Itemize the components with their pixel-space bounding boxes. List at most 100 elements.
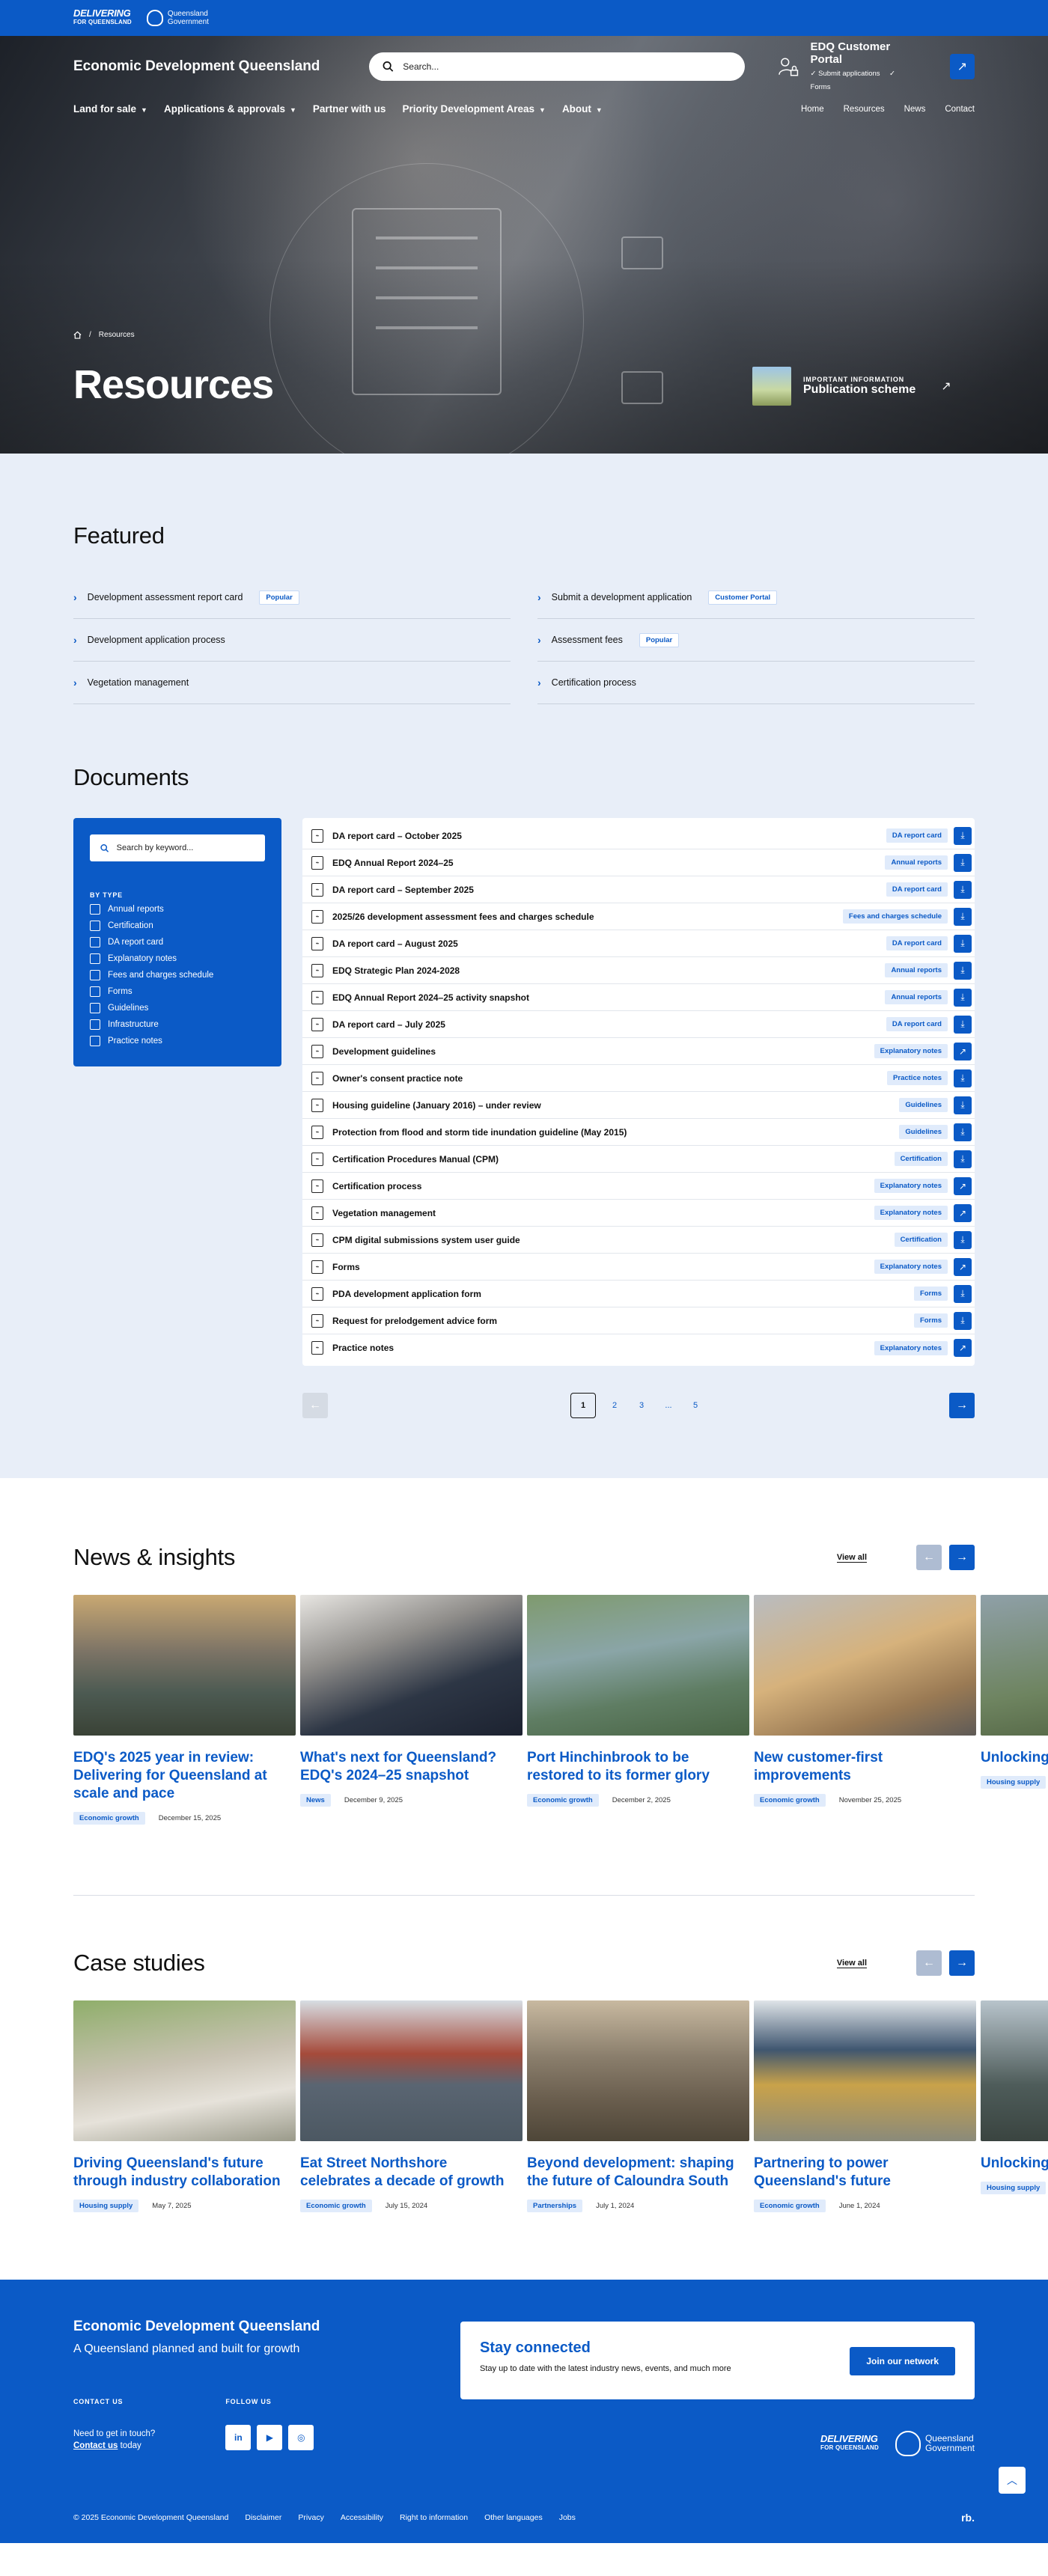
document-row[interactable]: ⌁ PDA development application form Forms ⤓ bbox=[302, 1281, 975, 1307]
filter-checkbox-item[interactable]: Practice notes bbox=[90, 1035, 265, 1047]
agency-logo[interactable]: rb. bbox=[961, 2512, 975, 2524]
document-row[interactable]: ⌁ Vegetation management Explanatory notes ↗ bbox=[302, 1200, 975, 1227]
filter-checkbox-item[interactable]: Explanatory notes bbox=[90, 953, 265, 965]
download-button[interactable]: ⤓ bbox=[954, 988, 972, 1007]
download-button[interactable]: ⤓ bbox=[954, 934, 972, 953]
document-row[interactable]: ⌁ Practice notes Explanatory notes ↗ bbox=[302, 1334, 975, 1361]
back-to-top-button[interactable]: ︿ bbox=[999, 2467, 1026, 2494]
download-button[interactable]: ⤓ bbox=[954, 853, 972, 872]
article-card[interactable]: Unlocking more hous Housing supply bbox=[981, 2000, 1048, 2212]
filter-checkbox-item[interactable]: Annual reports bbox=[90, 903, 265, 915]
util-link-contact[interactable]: Contact bbox=[945, 105, 975, 114]
article-card[interactable]: Unlocking homes in R Housing supply bbox=[981, 1595, 1048, 1825]
keyword-search-input[interactable] bbox=[116, 843, 255, 852]
next-page-button[interactable]: → bbox=[949, 1393, 975, 1418]
instagram-icon[interactable]: ◎ bbox=[288, 2425, 314, 2450]
article-card[interactable]: New customer-first improvements Economic … bbox=[754, 1595, 976, 1825]
download-button[interactable]: ⤓ bbox=[954, 826, 972, 845]
page-number[interactable]: 1 bbox=[570, 1393, 596, 1418]
case-studies-next-button[interactable]: → bbox=[949, 1950, 975, 1976]
page-number[interactable]: 3 bbox=[633, 1395, 650, 1416]
nav-item-land-for-sale[interactable]: Land for sale ▼ bbox=[73, 103, 147, 115]
filter-checkbox-item[interactable]: Infrastructure bbox=[90, 1019, 265, 1031]
document-row[interactable]: ⌁ DA report card – September 2025 DA repor… bbox=[302, 876, 975, 903]
document-row[interactable]: ⌁ CPM digital submissions system user gui… bbox=[302, 1227, 975, 1254]
portal-arrow-button[interactable]: ↗ bbox=[949, 54, 975, 79]
document-row[interactable]: ⌁ Forms Explanatory notes ↗ bbox=[302, 1254, 975, 1281]
util-link-home[interactable]: Home bbox=[801, 105, 824, 114]
download-button[interactable]: ⤓ bbox=[954, 1284, 972, 1303]
news-prev-button[interactable]: ← bbox=[916, 1545, 942, 1570]
filter-checkbox-item[interactable]: Fees and charges schedule bbox=[90, 969, 265, 981]
checkbox[interactable] bbox=[90, 1019, 100, 1030]
filter-checkbox-item[interactable]: DA report card bbox=[90, 936, 265, 948]
open-link-button[interactable]: ↗ bbox=[954, 1203, 972, 1222]
download-button[interactable]: ⤓ bbox=[954, 1311, 972, 1330]
checkbox[interactable] bbox=[90, 904, 100, 915]
download-button[interactable]: ⤓ bbox=[954, 1069, 972, 1087]
case-studies-prev-button[interactable]: ← bbox=[916, 1950, 942, 1976]
document-row[interactable]: ⌁ 2025/26 development assessment fees and… bbox=[302, 903, 975, 930]
previous-page-button[interactable]: ← bbox=[302, 1393, 328, 1418]
checkbox[interactable] bbox=[90, 970, 100, 980]
featured-item[interactable]: › Development assessment report card Popul… bbox=[73, 576, 511, 619]
download-button[interactable]: ⤓ bbox=[954, 1150, 972, 1168]
nav-item-pda[interactable]: Priority Development Areas ▼ bbox=[402, 103, 545, 115]
customer-portal[interactable]: EDQ Customer Portal ✓ Submit application… bbox=[778, 40, 975, 93]
open-link-button[interactable]: ↗ bbox=[954, 1257, 972, 1276]
checkbox[interactable] bbox=[90, 986, 100, 997]
footer-link[interactable]: Jobs bbox=[559, 2513, 576, 2522]
open-link-button[interactable]: ↗ bbox=[954, 1176, 972, 1195]
open-link-button[interactable]: ↗ bbox=[954, 1042, 972, 1060]
nav-item-applications[interactable]: Applications & approvals ▼ bbox=[164, 103, 296, 115]
download-button[interactable]: ⤓ bbox=[954, 1230, 972, 1249]
document-row[interactable]: ⌁ Certification process Explanatory notes ↗ bbox=[302, 1173, 975, 1200]
download-button[interactable]: ⤓ bbox=[954, 1123, 972, 1141]
publication-scheme-link[interactable]: IMPORTANT INFORMATION Publication scheme… bbox=[752, 367, 951, 406]
article-card[interactable]: What's next for Queensland? EDQ's 2024–2… bbox=[300, 1595, 523, 1825]
util-link-news[interactable]: News bbox=[904, 105, 926, 114]
download-button[interactable]: ⤓ bbox=[954, 880, 972, 899]
article-card[interactable]: EDQ's 2025 year in review: Delivering fo… bbox=[73, 1595, 296, 1825]
document-row[interactable]: ⌁ Request for prelodgement advice form For… bbox=[302, 1307, 975, 1334]
footer-link[interactable]: Privacy bbox=[298, 2513, 323, 2522]
join-network-button[interactable]: Join our network bbox=[850, 2347, 955, 2375]
home-icon[interactable] bbox=[73, 331, 82, 339]
footer-link[interactable]: Accessibility bbox=[341, 2513, 383, 2522]
featured-item[interactable]: › Submit a development application Custome… bbox=[537, 576, 975, 619]
footer-link[interactable]: Other languages bbox=[484, 2513, 543, 2522]
queensland-government-logo[interactable]: Queensland Government bbox=[146, 10, 209, 26]
document-row[interactable]: ⌁ Protection from flood and storm tide in… bbox=[302, 1119, 975, 1146]
filter-checkbox-item[interactable]: Guidelines bbox=[90, 1002, 265, 1014]
page-number[interactable]: 2 bbox=[606, 1395, 623, 1416]
featured-item[interactable]: › Assessment fees Popular bbox=[537, 619, 975, 662]
search-input[interactable] bbox=[403, 61, 732, 72]
article-card[interactable]: Driving Queensland's future through indu… bbox=[73, 2000, 296, 2212]
article-card[interactable]: Beyond development: shaping the future o… bbox=[527, 2000, 749, 2212]
nav-item-about[interactable]: About ▼ bbox=[562, 103, 603, 115]
document-row[interactable]: ⌁ EDQ Strategic Plan 2024-2028 Annual repo… bbox=[302, 957, 975, 984]
checkbox[interactable] bbox=[90, 937, 100, 947]
filter-checkbox-item[interactable]: Forms bbox=[90, 986, 265, 998]
footer-link[interactable]: Disclaimer bbox=[245, 2513, 281, 2522]
news-view-all-link[interactable]: View all bbox=[836, 1553, 867, 1563]
document-row[interactable]: ⌁ Development guidelines Explanatory notes… bbox=[302, 1038, 975, 1065]
download-button[interactable]: ⤓ bbox=[954, 1096, 972, 1114]
document-row[interactable]: ⌁ EDQ Annual Report 2024–25 activity snap… bbox=[302, 984, 975, 1011]
footer-link[interactable]: Right to information bbox=[400, 2513, 468, 2522]
document-row[interactable]: ⌁ Owner's consent practice note Practice n… bbox=[302, 1065, 975, 1092]
checkbox[interactable] bbox=[90, 1036, 100, 1046]
contact-us-link[interactable]: Contact us bbox=[73, 2441, 118, 2450]
filter-checkbox-item[interactable]: Certification bbox=[90, 920, 265, 932]
article-card[interactable]: Port Hinchinbrook to be restored to its … bbox=[527, 1595, 749, 1825]
document-row[interactable]: ⌁ DA report card – October 2025 DA report … bbox=[302, 822, 975, 849]
download-button[interactable]: ⤓ bbox=[954, 1015, 972, 1034]
linkedin-icon[interactable]: in bbox=[225, 2425, 252, 2450]
download-button[interactable]: ⤓ bbox=[954, 961, 972, 980]
featured-item[interactable]: › Vegetation management bbox=[73, 662, 511, 704]
article-card[interactable]: Eat Street Northshore celebrates a decad… bbox=[300, 2000, 523, 2212]
youtube-icon[interactable]: ▶ bbox=[257, 2425, 283, 2450]
site-title[interactable]: Economic Development Queensland bbox=[73, 58, 369, 75]
featured-item[interactable]: › Certification process bbox=[537, 662, 975, 704]
document-row[interactable]: ⌁ EDQ Annual Report 2024–25 Annual reports… bbox=[302, 849, 975, 876]
